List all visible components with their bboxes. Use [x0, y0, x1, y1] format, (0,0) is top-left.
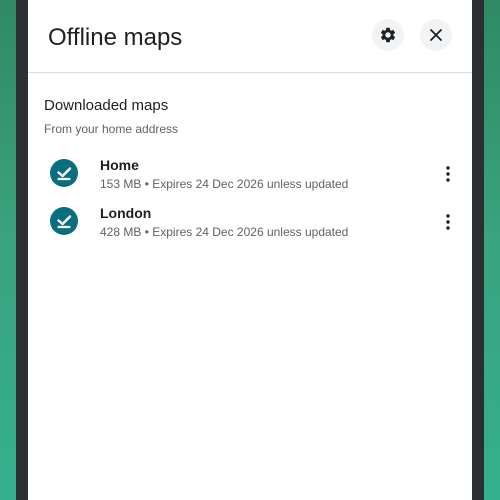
sheet-header: Offline maps [28, 0, 472, 73]
offline-maps-sheet: Offline maps Downloaded maps From your h… [28, 0, 472, 500]
close-icon [430, 29, 442, 41]
map-details: 153 MB • Expires 24 Dec 2026 unless upda… [100, 177, 349, 191]
more-vert-icon [446, 214, 450, 230]
map-name: London [100, 205, 152, 221]
section-subtitle: From your home address [44, 122, 179, 136]
section-title: Downloaded maps [44, 97, 169, 114]
map-item-home[interactable]: Home 153 MB • Expires 24 Dec 2026 unless… [28, 150, 472, 198]
check-download-icon [50, 159, 78, 187]
map-name: Home [100, 157, 139, 173]
map-details: 428 MB • Expires 24 Dec 2026 unless upda… [100, 225, 349, 239]
device-frame-right [472, 0, 484, 500]
gear-icon [380, 27, 396, 43]
device-frame-left [16, 0, 28, 500]
settings-button[interactable] [372, 19, 404, 51]
map-item-london[interactable]: London 428 MB • Expires 24 Dec 2026 unle… [28, 198, 472, 246]
more-options-button[interactable] [436, 210, 460, 234]
page-title: Offline maps [48, 24, 183, 51]
check-download-icon [50, 207, 78, 235]
more-options-button[interactable] [436, 162, 460, 186]
more-vert-icon [446, 166, 450, 182]
close-button[interactable] [420, 19, 452, 51]
